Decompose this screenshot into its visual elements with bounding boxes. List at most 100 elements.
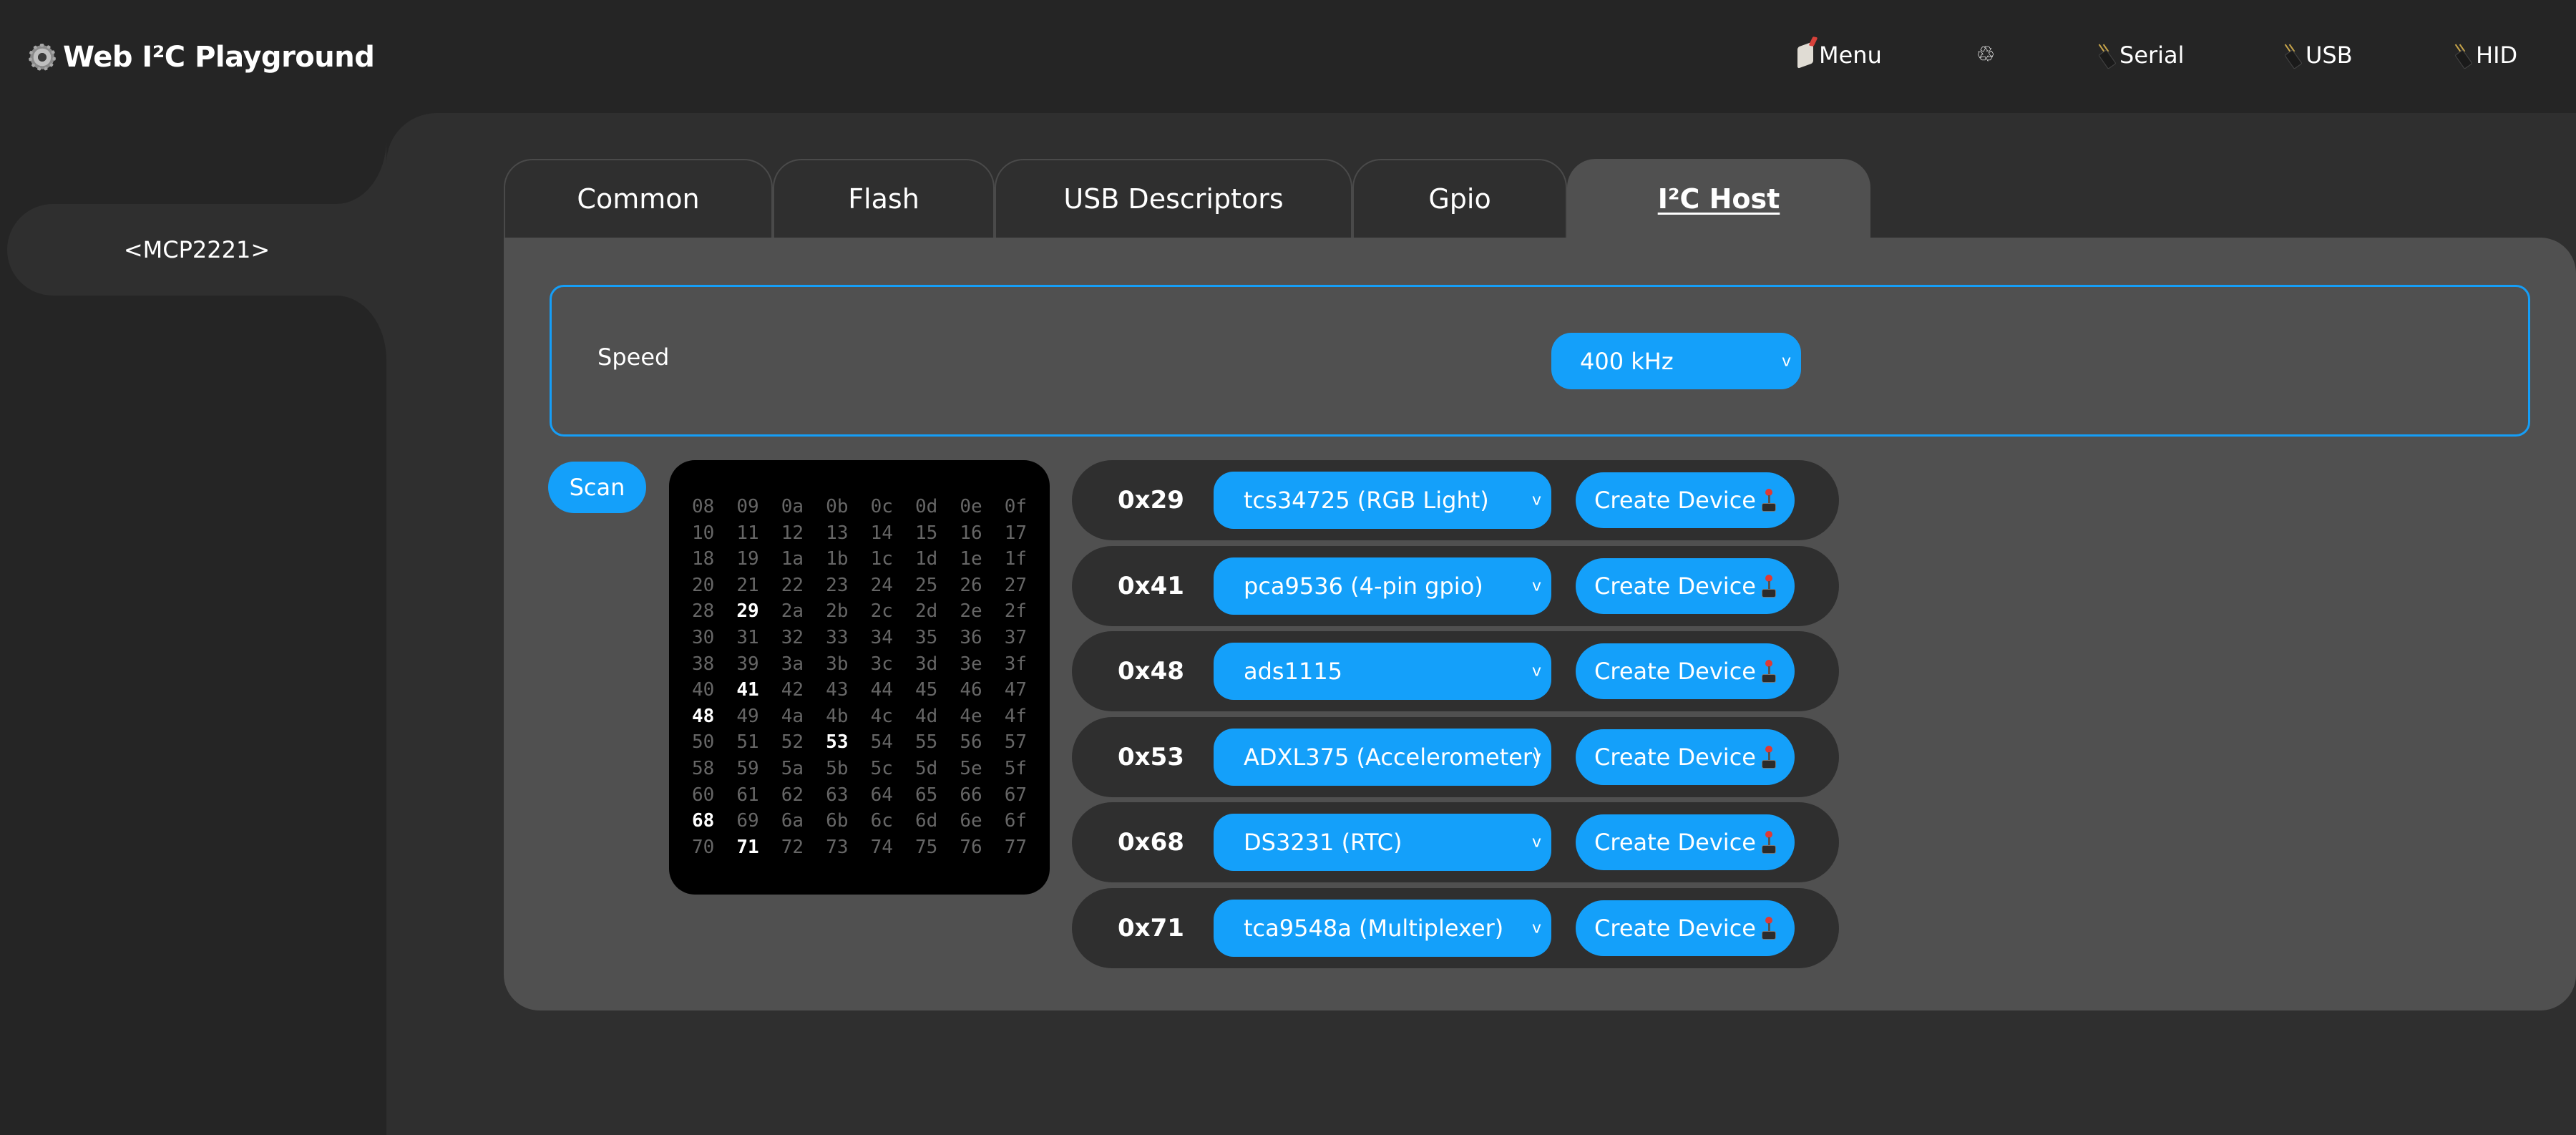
hex-cell-found: 41	[736, 679, 759, 701]
scan-button-label: Scan	[569, 474, 625, 501]
speed-select[interactable]: 400 kHz v	[1551, 333, 1801, 389]
hex-cell: 10	[692, 522, 715, 544]
hex-cell: 73	[826, 836, 849, 858]
device-driver-select[interactable]: DS3231 (RTC) v	[1214, 814, 1551, 871]
create-device-button[interactable]: Create Device	[1576, 643, 1795, 699]
hex-cell: 0a	[781, 496, 804, 517]
tab-gpio[interactable]: Gpio	[1352, 159, 1567, 238]
hex-cell: 59	[736, 757, 759, 779]
hex-cell-found: 29	[736, 600, 759, 623]
hex-cell: 42	[781, 679, 804, 701]
menu-card-icon	[1797, 41, 1813, 69]
device-row: 0x53 ADXL375 (Accelerometer) v Create Devic…	[1072, 716, 1839, 797]
hex-cell-found: 48	[692, 705, 715, 727]
create-device-button[interactable]: Create Device	[1576, 814, 1795, 870]
create-device-button[interactable]: Create Device	[1576, 900, 1795, 956]
joystick-icon	[1761, 574, 1776, 598]
speed-select-value: 400 kHz	[1580, 347, 1674, 375]
hex-cell: 35	[914, 626, 938, 648]
hex-cell: 2c	[870, 600, 893, 623]
hex-cell: 39	[736, 653, 759, 675]
hex-cell: 09	[736, 496, 759, 517]
hex-cell: 57	[1004, 731, 1028, 754]
tab-common[interactable]: Common	[504, 159, 773, 238]
device-address: 0x68	[1118, 828, 1184, 857]
app-header	[0, 0, 2576, 113]
nav-recycle[interactable]: ♲	[1975, 37, 1996, 73]
tab-i2c-host[interactable]: I²C Host	[1567, 159, 1870, 238]
hex-cell: 62	[781, 784, 804, 806]
device-driver-select[interactable]: pca9536 (4-pin gpio) v	[1214, 557, 1551, 615]
sidebar-connector	[336, 296, 386, 386]
hex-cell: 32	[781, 626, 804, 648]
sidebar-connector	[336, 113, 386, 204]
device-driver-value: ADXL375 (Accelerometer)	[1244, 743, 1541, 771]
device-row: 0x71 tca9548a (Multiplexer) v Create Device	[1072, 887, 1839, 968]
device-driver-select[interactable]: ads1115 v	[1214, 643, 1551, 700]
hex-cell: 5d	[914, 757, 938, 779]
hex-cell: 30	[692, 626, 715, 648]
hex-cell: 58	[692, 757, 715, 779]
hex-cell: 63	[826, 784, 849, 806]
create-device-label: Create Device	[1594, 829, 1756, 856]
device-driver-select[interactable]: ADXL375 (Accelerometer) v	[1214, 728, 1551, 786]
hex-cell: 5a	[781, 757, 804, 779]
hex-cell: 5e	[960, 757, 982, 779]
create-device-button[interactable]: Create Device	[1576, 557, 1795, 614]
gear-icon	[29, 44, 56, 71]
tab-label: Common	[577, 183, 700, 215]
tab-usb-descriptors[interactable]: USB Descriptors	[995, 159, 1352, 238]
hex-cell: 2b	[826, 600, 849, 623]
hex-cell: 43	[826, 679, 849, 701]
nav-usb[interactable]: USB	[2284, 37, 2353, 73]
hex-cell: 20	[692, 574, 715, 596]
hex-cell: 15	[914, 522, 938, 544]
app-title-text: Web I²C Playground	[63, 41, 375, 74]
hex-cell: 28	[692, 600, 715, 623]
nav-hid[interactable]: HID	[2454, 37, 2517, 73]
device-driver-value: tcs34725 (RGB Light)	[1244, 487, 1489, 514]
nav-menu[interactable]: Menu	[1797, 37, 1882, 73]
hex-cell: 6b	[826, 810, 849, 832]
tab-flash[interactable]: Flash	[773, 159, 995, 238]
hex-cell: 61	[736, 784, 759, 806]
sidebar-item-mcp2221[interactable]: <MCP2221>	[7, 204, 408, 296]
device-driver-select[interactable]: tca9548a (Multiplexer) v	[1214, 899, 1551, 957]
hex-cell: 18	[692, 548, 715, 570]
hex-cell: 4e	[960, 705, 982, 727]
create-device-button[interactable]: Create Device	[1576, 472, 1795, 528]
joystick-icon	[1761, 916, 1776, 940]
hex-cell: 64	[870, 784, 893, 806]
create-device-button[interactable]: Create Device	[1576, 729, 1795, 785]
hex-cell: 1c	[870, 548, 893, 570]
device-driver-value: DS3231 (RTC)	[1244, 829, 1402, 856]
joystick-icon	[1761, 745, 1776, 769]
tab-label: Gpio	[1428, 183, 1491, 215]
create-device-label: Create Device	[1594, 914, 1756, 942]
hex-cell: 16	[960, 522, 982, 544]
hex-cell: 52	[781, 731, 804, 754]
nav-serial[interactable]: Serial	[2098, 37, 2185, 73]
hex-cell: 3c	[870, 653, 893, 675]
speed-fieldset	[550, 285, 2530, 437]
chevron-down-icon: v	[1531, 748, 1541, 766]
hex-cell: 11	[736, 522, 759, 544]
nav-menu-label: Menu	[1819, 42, 1882, 69]
hex-cell: 50	[692, 731, 715, 754]
device-address: 0x48	[1118, 657, 1184, 686]
device-address: 0x71	[1118, 913, 1184, 942]
hex-cell: 12	[781, 522, 804, 544]
scan-button[interactable]: Scan	[548, 462, 646, 513]
hex-cell: 70	[692, 836, 715, 858]
hex-cell: 76	[960, 836, 982, 858]
hex-cell: 5b	[826, 757, 849, 779]
hex-cell: 54	[870, 731, 893, 754]
hex-cell: 17	[1004, 522, 1028, 544]
chevron-down-icon: v	[1781, 352, 1791, 370]
device-driver-select[interactable]: tcs34725 (RGB Light) v	[1214, 472, 1551, 529]
hex-cell: 31	[736, 626, 759, 648]
device-driver-value: tca9548a (Multiplexer)	[1244, 914, 1504, 942]
hex-cell: 1f	[1004, 548, 1028, 570]
hex-cell: 6c	[870, 810, 893, 832]
hex-cell: 46	[960, 679, 982, 701]
